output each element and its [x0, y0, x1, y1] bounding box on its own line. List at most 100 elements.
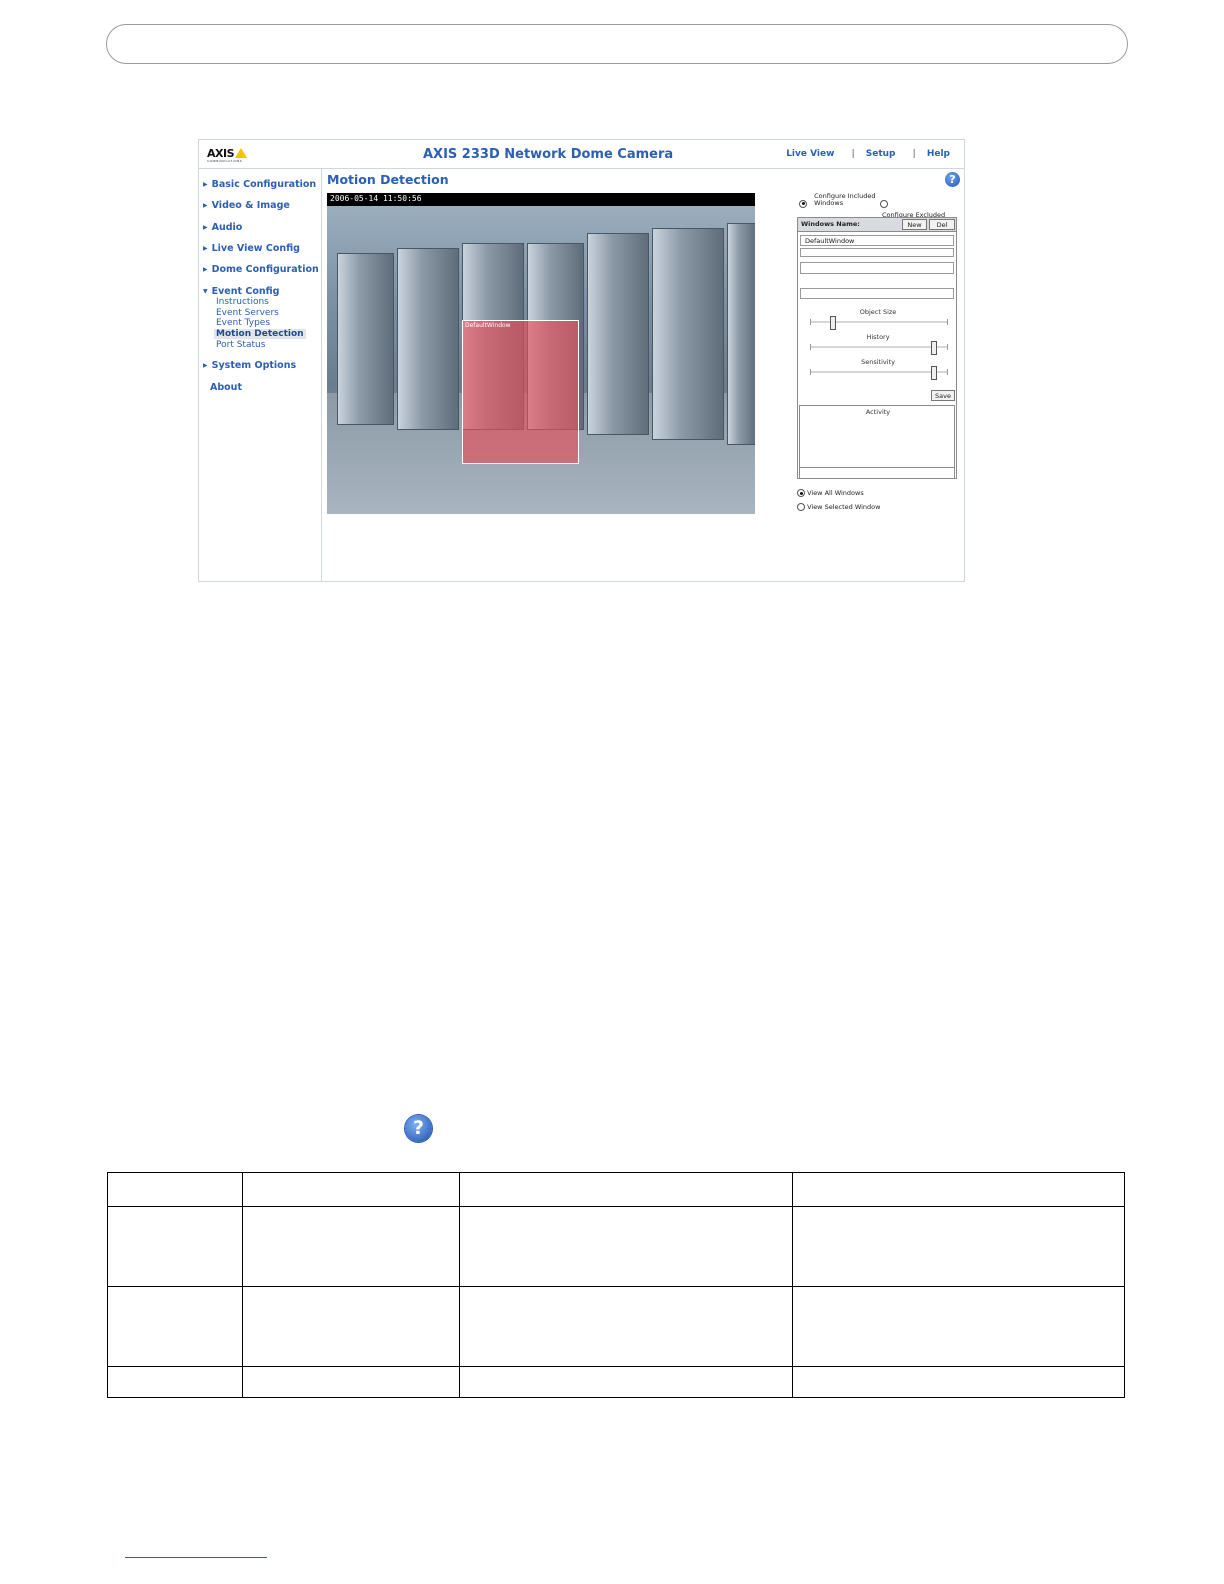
save-button[interactable]: Save — [931, 390, 955, 401]
nav-video-image[interactable]: ▶ Video & Image — [203, 200, 290, 211]
radio-unchecked-icon[interactable] — [797, 503, 805, 511]
radio-unchecked-icon[interactable] — [880, 199, 888, 208]
camera-top-bar: AXIS COMMUNICATIONS AXIS 233D Network Do… — [199, 140, 964, 169]
radio-checked-icon[interactable] — [797, 489, 805, 497]
delete-window-button[interactable]: Del — [929, 219, 955, 230]
configure-included-option[interactable]: Configure Included Windows — [799, 193, 878, 212]
configure-included-label: Configure Included Windows — [814, 192, 876, 207]
slider-thumb[interactable] — [931, 341, 937, 355]
nav-sub-instructions[interactable]: Instructions — [216, 297, 269, 307]
link-separator: | — [912, 149, 916, 159]
table-row — [107, 1286, 1125, 1367]
nav-live-view-config[interactable]: ▶ Live View Config — [203, 243, 300, 254]
window-entry-text: DefaultWindow — [805, 237, 855, 245]
nav-sub-event-servers[interactable]: Event Servers — [216, 308, 279, 318]
view-selected-window-label: View Selected Window — [807, 503, 881, 511]
video-timestamp: 2006-05-14 11:50:56 — [330, 194, 422, 203]
view-all-windows-label: View All Windows — [807, 489, 864, 497]
nav-basic-configuration[interactable]: ▶ Basic Configuration — [203, 179, 316, 190]
axis-logo-subtitle: COMMUNICATIONS — [207, 159, 243, 163]
settings-table — [107, 1172, 1125, 1398]
slider-thumb[interactable] — [830, 316, 836, 330]
help-icon: ? — [405, 1115, 432, 1142]
table-row — [107, 1206, 1125, 1287]
top-links: Live View | Setup | Help — [778, 149, 950, 159]
table-cell — [107, 1206, 243, 1287]
table-cell — [792, 1172, 1125, 1207]
table-cell — [792, 1366, 1125, 1398]
table-cell — [107, 1286, 243, 1367]
window-entry-field[interactable]: DefaultWindow — [800, 235, 954, 246]
windows-header: Windows Name: New Del — [798, 218, 956, 232]
motion-window-label: DefaultWindow — [465, 322, 511, 329]
footer-link-underline[interactable] — [125, 1557, 267, 1558]
radio-checked-icon[interactable] — [799, 199, 807, 208]
chevron-right-icon: ▶ — [203, 266, 208, 273]
object-size-label: Object Size — [859, 308, 897, 316]
object-size-slider[interactable] — [810, 316, 948, 330]
chevron-right-icon: ▶ — [203, 202, 208, 209]
table-cell — [242, 1172, 460, 1207]
help-link[interactable]: Help — [927, 149, 950, 159]
new-window-button[interactable]: New — [902, 219, 927, 230]
motion-window[interactable]: DefaultWindow — [462, 320, 579, 464]
activity-box: Activity — [799, 405, 955, 479]
activity-label: Activity — [865, 408, 891, 416]
slider-thumb[interactable] — [931, 366, 937, 380]
link-separator: | — [851, 149, 855, 159]
window-list-row[interactable] — [800, 288, 954, 299]
chevron-right-icon: ▶ — [203, 245, 208, 252]
live-view-link[interactable]: Live View — [786, 149, 834, 159]
table-row — [107, 1172, 1125, 1207]
setup-sidebar: ▶ Basic Configuration ▶ Video & Image ▶ Aud… — [199, 169, 322, 581]
video-feed[interactable]: 2006-05-14 11:50:56 DefaultWindow — [327, 193, 755, 514]
history-slider[interactable] — [810, 341, 948, 355]
table-cell — [459, 1286, 793, 1367]
setup-link[interactable]: Setup — [866, 149, 896, 159]
axis-logo-triangle-icon — [235, 148, 247, 158]
server-rack — [652, 228, 724, 440]
table-cell — [107, 1366, 243, 1398]
sensitivity-label: Sensitivity — [861, 358, 895, 366]
page-header-bar — [106, 24, 1128, 64]
chevron-down-icon: ▼ — [203, 288, 208, 295]
server-rack — [337, 253, 394, 425]
help-icon[interactable]: ? — [945, 172, 960, 187]
activity-bar — [800, 467, 954, 478]
table-cell — [242, 1286, 460, 1367]
view-selected-window-option[interactable]: View Selected Window — [797, 503, 880, 511]
nav-about[interactable]: About — [210, 382, 242, 393]
table-cell — [792, 1206, 1125, 1287]
nav-dome-configuration[interactable]: ▶ Dome Configuration — [203, 264, 319, 275]
nav-sub-motion-detection[interactable]: Motion Detection — [214, 329, 306, 339]
nav-system-options[interactable]: ▶ System Options — [203, 360, 296, 371]
window-list-row[interactable] — [800, 262, 954, 274]
history-label: History — [866, 333, 890, 341]
sensitivity-slider[interactable] — [810, 366, 948, 380]
view-all-windows-option[interactable]: View All Windows — [797, 489, 864, 497]
table-cell — [459, 1366, 793, 1398]
nav-event-config[interactable]: ▼ Event Config — [203, 286, 279, 297]
nav-audio[interactable]: ▶ Audio — [203, 222, 242, 233]
camera-setup-screenshot: AXIS COMMUNICATIONS AXIS 233D Network Do… — [198, 139, 965, 582]
chevron-right-icon: ▶ — [203, 181, 208, 188]
windows-box: Windows Name: New Del DefaultWindow Obje… — [797, 217, 957, 479]
table-cell — [459, 1206, 793, 1287]
server-rack — [727, 223, 755, 445]
table-cell — [459, 1172, 793, 1207]
windows-name-label: Windows Name: — [801, 220, 860, 228]
page-title: Motion Detection — [327, 172, 449, 187]
timestamp-bar: 2006-05-14 11:50:56 — [327, 193, 755, 206]
table-row — [107, 1366, 1125, 1398]
camera-title: AXIS 233D Network Dome Camera — [423, 147, 674, 162]
table-cell — [242, 1206, 460, 1287]
nav-sub-event-types[interactable]: Event Types — [216, 318, 270, 328]
nav-sub-port-status[interactable]: Port Status — [216, 340, 265, 350]
server-rack — [587, 233, 649, 435]
table-cell — [242, 1366, 460, 1398]
window-list-row[interactable] — [800, 248, 954, 257]
table-cell — [107, 1172, 243, 1207]
chevron-right-icon: ▶ — [203, 362, 208, 369]
table-cell — [792, 1286, 1125, 1367]
chevron-right-icon: ▶ — [203, 224, 208, 231]
